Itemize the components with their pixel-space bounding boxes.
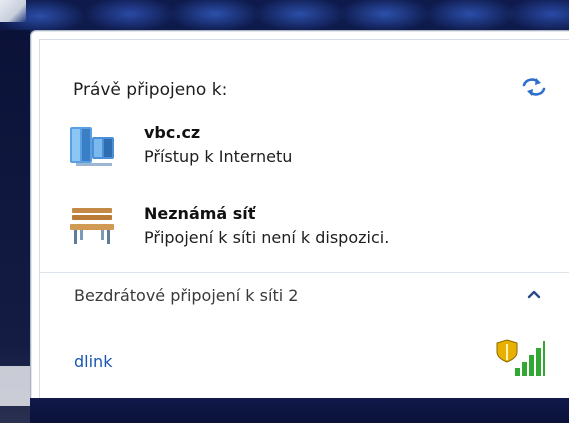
popup-content: Právě připojeno k: vbc.cz Přístup k Inte…: [39, 39, 569, 401]
network-name: Neznámá síť: [144, 204, 256, 223]
chevron-up-icon[interactable]: [526, 287, 542, 301]
desktop-fragment: [0, 366, 34, 406]
taskbar-bottom-band: [30, 398, 569, 423]
connected-heading: Právě připojeno k:: [73, 80, 228, 100]
taskbar-corner-highlight: [0, 0, 26, 22]
network-item-vbc[interactable]: vbc.cz Přístup k Internetu: [68, 123, 569, 177]
park-bench-icon: [70, 208, 114, 244]
desktop-left-strip: [0, 30, 30, 423]
secured-signal-strength-icon: [496, 339, 545, 376]
wireless-section-label: Bezdrátové připojení k síti 2: [74, 286, 299, 305]
network-building-icon: [70, 127, 114, 166]
wireless-network-item[interactable]: dlink: [40, 338, 569, 382]
wireless-ssid: dlink: [74, 352, 113, 371]
network-status: Přístup k Internetu: [144, 147, 293, 166]
network-connections-popup: Právě připojeno k: vbc.cz Přístup k Inte…: [30, 30, 569, 402]
wireless-section-header[interactable]: Bezdrátové připojení k síti 2: [40, 273, 569, 317]
network-name: vbc.cz: [144, 123, 201, 142]
network-item-unknown[interactable]: Neznámá síť Připojení k síti není k disp…: [68, 204, 569, 258]
refresh-icon[interactable]: [520, 76, 548, 98]
connected-section: Právě připojeno k: vbc.cz Přístup k Inte…: [40, 40, 569, 264]
network-status: Připojení k síti není k dispozici.: [144, 228, 390, 247]
